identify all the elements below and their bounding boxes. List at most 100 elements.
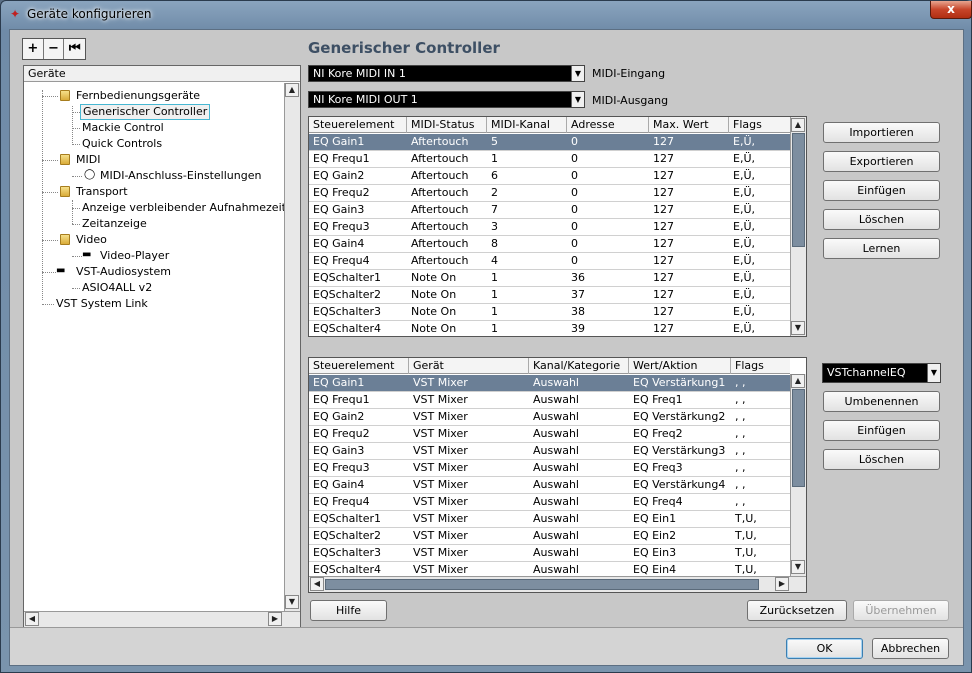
table-row[interactable]: EQ Gain3 VST Mixer Auswahl EQ Verstärkung3,… <box>309 443 790 460</box>
column-header[interactable]: Steuerelement <box>309 117 407 133</box>
column-header[interactable]: Gerät <box>409 358 529 374</box>
table-row[interactable]: EQ Frequ1 VST Mixer Auswahl EQ Freq1 , , <box>309 392 790 409</box>
column-header[interactable]: MIDI-Kanal <box>487 117 567 133</box>
table-row[interactable]: EQSchalter1 VST Mixer Auswahl EQ Ein1 T,U, <box>309 511 790 528</box>
midi-output-select[interactable]: NI Kore MIDI OUT 1 ▼ <box>308 91 585 108</box>
table-horizontal-scrollbar[interactable]: ◀ ▶ <box>309 576 806 592</box>
table-vertical-scrollbar[interactable]: ▲ ▼ <box>790 374 806 576</box>
tree-node-transport[interactable]: Transport <box>76 184 128 200</box>
tree-node-video[interactable]: Video <box>76 232 107 248</box>
tree-horizontal-scrollbar[interactable]: ◀ ▶ <box>24 611 300 627</box>
scroll-down-icon[interactable]: ▼ <box>791 321 805 335</box>
title-bar[interactable]: ✦ Geräte konfigurieren x <box>1 1 972 27</box>
scroll-down-icon[interactable]: ▼ <box>285 595 299 609</box>
table-vertical-scrollbar[interactable]: ▲ ▼ <box>790 117 806 336</box>
table-row[interactable]: EQSchalter2 VST Mixer Auswahl EQ Ein2 T,U, <box>309 528 790 545</box>
insert-button[interactable]: Einfügen <box>823 180 940 201</box>
column-header[interactable]: Kanal/Kategorie <box>529 358 629 374</box>
scroll-left-icon[interactable]: ◀ <box>310 577 324 591</box>
table-row[interactable]: EQ Frequ3 Aftertouch 3 0 127 E,Ü, <box>309 219 790 236</box>
chevron-down-icon[interactable]: ▼ <box>927 364 940 382</box>
cancel-button[interactable]: Abbrechen <box>872 638 949 659</box>
tree-node-quick[interactable]: Quick Controls <box>82 136 162 152</box>
table-row[interactable]: EQSchalter2 Note On 1 37 127 E,Ü, <box>309 287 790 304</box>
apply-button[interactable]: Übernehmen <box>853 600 949 621</box>
tree-node-asio[interactable]: ASIO4ALL v2 <box>82 280 152 296</box>
scroll-right-icon[interactable]: ▶ <box>775 577 789 591</box>
tree-vertical-scrollbar[interactable]: ▲ ▼ <box>284 83 300 611</box>
column-header[interactable]: Adresse <box>567 117 649 133</box>
tree-guide <box>72 112 80 113</box>
table-row[interactable]: EQ Gain4 Aftertouch 8 0 127 E,Ü, <box>309 236 790 253</box>
column-header[interactable]: Flags <box>729 117 790 133</box>
table-row[interactable]: EQ Frequ1 Aftertouch 1 0 127 E,Ü, <box>309 151 790 168</box>
table-row[interactable]: EQ Gain2 Aftertouch 6 0 127 E,Ü, <box>309 168 790 185</box>
column-header[interactable]: Steuerelement <box>309 358 409 374</box>
tree-node-zeitanzeige[interactable]: Zeitanzeige <box>82 216 147 232</box>
table-row[interactable]: EQSchalter1 Note On 1 36 127 E,Ü, <box>309 270 790 287</box>
scroll-thumb[interactable] <box>325 579 759 590</box>
midi-input-value: NI Kore MIDI IN 1 <box>313 67 406 80</box>
column-header[interactable]: Wert/Aktion <box>629 358 731 374</box>
scroll-up-icon[interactable]: ▲ <box>285 83 299 97</box>
table-row[interactable]: EQ Frequ4 VST Mixer Auswahl EQ Freq4 , , <box>309 494 790 511</box>
tree-node-vst-audiosystem[interactable]: VST-Audiosystem <box>76 264 171 280</box>
table-cell: EQ Gain3 <box>313 203 365 216</box>
export-button[interactable]: Exportieren <box>823 151 940 172</box>
table-row[interactable]: EQSchalter3 Note On 1 38 127 E,Ü, <box>309 304 790 321</box>
remove-device-button[interactable]: − <box>44 39 65 59</box>
scroll-down-icon[interactable]: ▼ <box>791 560 805 574</box>
midi-input-select[interactable]: NI Kore MIDI IN 1 ▼ <box>308 65 585 82</box>
column-header[interactable]: Flags <box>731 358 790 374</box>
add-device-button[interactable]: + <box>23 39 44 59</box>
reset-button[interactable]: Zurücksetzen <box>747 600 847 621</box>
ok-button[interactable]: OK <box>786 638 863 659</box>
reset-device-button[interactable]: ⏮ <box>64 39 85 59</box>
table-row[interactable]: EQ Frequ2 VST Mixer Auswahl EQ Freq2 , , <box>309 426 790 443</box>
action-mapping-table[interactable]: Steuerelement Gerät Kanal/Kategorie Wert… <box>308 357 807 593</box>
table-row[interactable]: EQ Gain3 Aftertouch 7 0 127 E,Ü, <box>309 202 790 219</box>
table-row[interactable]: EQSchalter3 VST Mixer Auswahl EQ Ein3 T,U, <box>309 545 790 562</box>
scroll-right-icon[interactable]: ▶ <box>268 612 282 626</box>
tree-node-anzeige[interactable]: Anzeige verbleibender Aufnahmezeit <box>82 200 286 216</box>
bank-select[interactable]: VSTchannelEQ ▼ <box>822 363 941 383</box>
insert-bank-button[interactable]: Einfügen <box>823 420 940 441</box>
table-cell: VST Mixer <box>413 529 468 542</box>
table-header: Steuerelement Gerät Kanal/Kategorie Wert… <box>309 358 790 374</box>
tree-node-generischer-controller[interactable]: Generischer Controller <box>80 104 211 120</box>
column-header[interactable]: MIDI-Status <box>407 117 487 133</box>
import-button[interactable]: Importieren <box>823 122 940 143</box>
column-header[interactable]: Max. Wert <box>649 117 729 133</box>
chevron-down-icon[interactable]: ▼ <box>571 66 584 81</box>
close-button[interactable]: x <box>930 1 972 19</box>
scroll-left-icon[interactable]: ◀ <box>25 612 39 626</box>
scroll-thumb[interactable] <box>792 133 805 247</box>
tree-node-midi-anschluss[interactable]: MIDI-Anschluss-Einstellungen <box>100 168 261 184</box>
table-row[interactable]: EQ Frequ3 VST Mixer Auswahl EQ Freq3 , , <box>309 460 790 477</box>
table-row[interactable]: EQ Frequ2 Aftertouch 2 0 127 E,Ü, <box>309 185 790 202</box>
table-row[interactable]: EQ Gain4 VST Mixer Auswahl EQ Verstärkung4,… <box>309 477 790 494</box>
table-row[interactable]: EQ Frequ4 Aftertouch 4 0 127 E,Ü, <box>309 253 790 270</box>
video-device-icon: ▬ <box>82 249 92 260</box>
tree-node-midi[interactable]: MIDI <box>76 152 100 168</box>
tree-node-fernbedienung[interactable]: Fernbedienungsgeräte <box>76 88 200 104</box>
table-cell: Aftertouch <box>411 237 469 250</box>
tree-node-video-player[interactable]: Video-Player <box>100 248 169 264</box>
tree-node-vst-system-link[interactable]: VST System Link <box>56 296 148 312</box>
scroll-up-icon[interactable]: ▲ <box>791 374 805 388</box>
rename-button[interactable]: Umbenennen <box>823 391 940 412</box>
chevron-down-icon[interactable]: ▼ <box>571 92 584 107</box>
table-row[interactable]: EQ Gain1 Aftertouch 5 0 127 E,Ü, <box>309 134 790 151</box>
table-cell: VST Mixer <box>413 478 468 491</box>
help-button[interactable]: Hilfe <box>310 600 387 621</box>
table-row[interactable]: EQ Gain2 VST Mixer Auswahl EQ Verstärkung2,… <box>309 409 790 426</box>
scroll-thumb[interactable] <box>792 389 805 487</box>
tree-node-mackie[interactable]: Mackie Control <box>82 120 164 136</box>
scroll-up-icon[interactable]: ▲ <box>791 118 805 132</box>
learn-button[interactable]: Lernen <box>823 238 940 259</box>
table-row[interactable]: EQSchalter4 Note On 1 39 127 E,Ü, <box>309 321 790 336</box>
delete-button[interactable]: Löschen <box>823 209 940 230</box>
midi-mapping-table[interactable]: Steuerelement MIDI-Status MIDI-Kanal Adr… <box>308 116 807 337</box>
delete-bank-button[interactable]: Löschen <box>823 449 940 470</box>
table-row[interactable]: EQ Gain1 VST Mixer Auswahl EQ Verstärkung1,… <box>309 375 790 392</box>
